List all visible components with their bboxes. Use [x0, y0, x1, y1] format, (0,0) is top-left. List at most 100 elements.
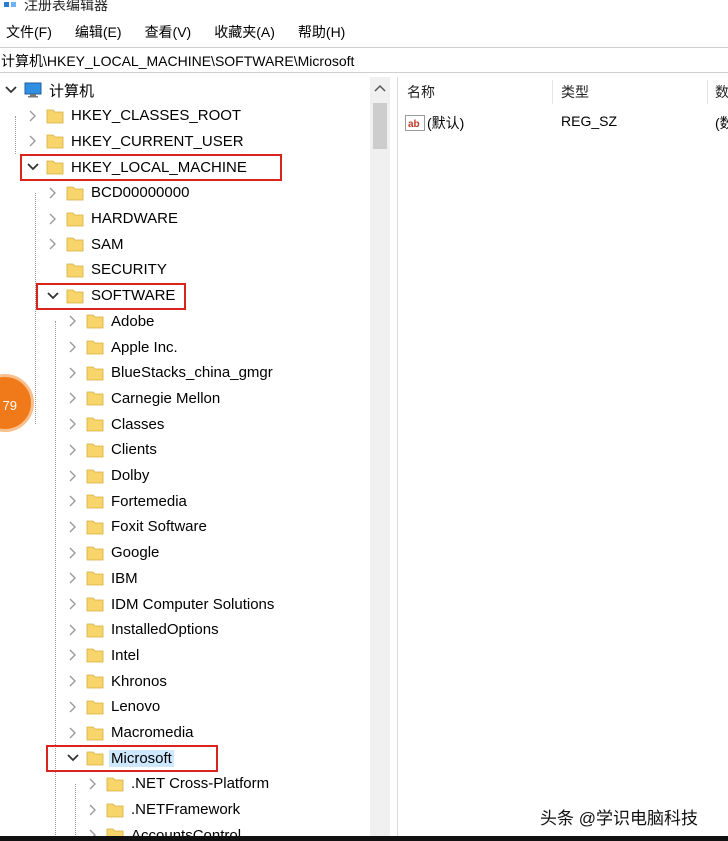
value-list	[397, 77, 728, 841]
tree-item-computer[interactable]: 计算机	[4, 78, 96, 102]
folder-icon	[86, 494, 104, 509]
tree-item-key[interactable]: Classes	[66, 412, 166, 436]
chevron-right-icon[interactable]	[66, 391, 80, 405]
chevron-right-icon[interactable]	[86, 777, 100, 791]
tree-item-key[interactable]: IBM	[66, 566, 140, 590]
folder-icon	[66, 237, 84, 252]
tree-item-label: Adobe	[111, 312, 155, 330]
value-row[interactable]: ab (默认)	[405, 113, 464, 133]
chevron-right-icon[interactable]	[46, 186, 60, 200]
tree-item-key[interactable]: SECURITY	[46, 258, 169, 282]
address-bar[interactable]: 计算机\HKEY_LOCAL_MACHINE\SOFTWARE\Microsof…	[0, 47, 728, 73]
tree-scrollbar[interactable]	[370, 77, 390, 841]
menu-help[interactable]: 帮助(H)	[298, 22, 345, 42]
chevron-right-icon[interactable]	[66, 546, 80, 560]
tree-item-label: SECURITY	[91, 261, 167, 279]
watermark: 头条 @学识电脑科技	[540, 809, 698, 828]
tree-item-key[interactable]: InstalledOptions	[66, 618, 221, 642]
tree-item-label: Apple Inc.	[111, 338, 178, 356]
folder-icon	[86, 700, 104, 715]
chevron-right-icon[interactable]	[66, 469, 80, 483]
tree-item-label: Foxit Software	[111, 518, 207, 536]
chevron-right-icon[interactable]	[46, 212, 60, 226]
chevron-right-icon[interactable]	[66, 674, 80, 688]
tree-item-key[interactable]: .NET Cross-Platform	[86, 772, 271, 796]
folder-icon	[86, 623, 104, 638]
folder-icon	[86, 520, 104, 535]
chevron-right-icon[interactable]	[66, 597, 80, 611]
tree-item-label: Google	[111, 544, 160, 562]
chevron-right-icon[interactable]	[66, 648, 80, 662]
chevron-right-icon[interactable]	[66, 366, 80, 380]
tree-item-key[interactable]: Foxit Software	[66, 515, 209, 539]
tree-item-label: .NET Cross-Platform	[131, 775, 270, 793]
menu-favorites[interactable]: 收藏夹(A)	[214, 22, 275, 42]
chevron-right-icon[interactable]	[86, 803, 100, 817]
tree-item-label: Classes	[111, 415, 165, 433]
tree-item-hive[interactable]: HKEY_CURRENT_USER	[26, 129, 246, 153]
highlight-box	[46, 745, 218, 773]
chevron-right-icon[interactable]	[66, 314, 80, 328]
tree-item-key[interactable]: Khronos	[66, 669, 169, 693]
menu-view[interactable]: 查看(V)	[145, 22, 192, 42]
chevron-right-icon[interactable]	[66, 700, 80, 714]
tree-item-key[interactable]: Fortemedia	[66, 489, 189, 513]
chevron-down-icon[interactable]	[4, 83, 18, 97]
tree-item-key[interactable]: HARDWARE	[46, 207, 180, 231]
tree-item-label: HKEY_CLASSES_ROOT	[71, 107, 242, 125]
value-name: (默认)	[427, 115, 465, 131]
tree-item-key[interactable]: Google	[66, 541, 161, 565]
tree-item-key[interactable]: Macromedia	[66, 721, 196, 745]
chevron-right-icon[interactable]	[66, 443, 80, 457]
menu-edit[interactable]: 编辑(E)	[75, 22, 122, 42]
title-bar: 注册表编辑器	[0, 0, 728, 18]
value-type: REG_SZ	[561, 113, 618, 129]
tree-item-label: Clients	[111, 441, 157, 459]
chevron-right-icon[interactable]	[66, 520, 80, 534]
folder-icon	[66, 186, 84, 201]
tree-item-key[interactable]: Intel	[66, 643, 141, 667]
scroll-thumb[interactable]	[373, 103, 387, 149]
chevron-right-icon[interactable]	[46, 263, 60, 277]
column-name-header[interactable]: 名称	[407, 82, 435, 102]
chevron-right-icon[interactable]	[66, 726, 80, 740]
tree-item-key[interactable]: BlueStacks_china_gmgr	[66, 361, 275, 385]
tree-item-key[interactable]: .NETFramework	[86, 798, 242, 822]
folder-icon	[86, 648, 104, 663]
chevron-right-icon[interactable]	[66, 571, 80, 585]
tree-item-label: Khronos	[111, 672, 167, 690]
column-type-header[interactable]: 类型	[561, 82, 589, 102]
folder-icon	[86, 726, 104, 740]
tree-item-key[interactable]: SAM	[46, 232, 126, 256]
folder-icon	[86, 391, 104, 406]
tree-item-key[interactable]: Dolby	[66, 464, 151, 488]
value-data: (数	[715, 115, 728, 131]
tree-item-key[interactable]: IDM Computer Solutions	[66, 592, 276, 616]
column-data-header[interactable]: 数	[715, 82, 728, 102]
chevron-right-icon[interactable]	[66, 417, 80, 431]
tree-item-key[interactable]: Lenovo	[66, 695, 162, 719]
chevron-right-icon[interactable]	[46, 237, 60, 251]
chevron-right-icon[interactable]	[26, 134, 40, 148]
tree-guide-line	[75, 783, 76, 841]
tree-item-key[interactable]: BCD00000000	[46, 181, 191, 205]
folder-icon	[86, 340, 104, 355]
bottom-bar	[0, 836, 728, 841]
menu-bar: 文件(F) 编辑(E) 查看(V) 收藏夹(A) 帮助(H)	[0, 20, 728, 44]
scroll-up-icon[interactable]	[374, 83, 386, 93]
tree-item-key[interactable]: Apple Inc.	[66, 335, 180, 359]
string-value-icon: ab	[405, 115, 425, 131]
folder-icon	[86, 674, 104, 689]
chevron-right-icon[interactable]	[66, 340, 80, 354]
tree-item-label: .NETFramework	[131, 801, 241, 819]
tree-item-key[interactable]: Adobe	[66, 309, 156, 333]
chevron-right-icon[interactable]	[26, 109, 40, 123]
chevron-right-icon[interactable]	[66, 623, 80, 637]
tree-item-key[interactable]: Carnegie Mellon	[66, 386, 222, 410]
menu-file[interactable]: 文件(F)	[6, 22, 52, 42]
tree-item-hive[interactable]: HKEY_CLASSES_ROOT	[26, 104, 243, 128]
chevron-right-icon[interactable]	[66, 494, 80, 508]
key-tree[interactable]: 计算机 HKEY_CLASSES_ROOT HKEY_CURRENT_USER HKE…	[0, 77, 392, 841]
tree-item-key[interactable]: Clients	[66, 438, 159, 462]
column-separator	[707, 80, 708, 104]
